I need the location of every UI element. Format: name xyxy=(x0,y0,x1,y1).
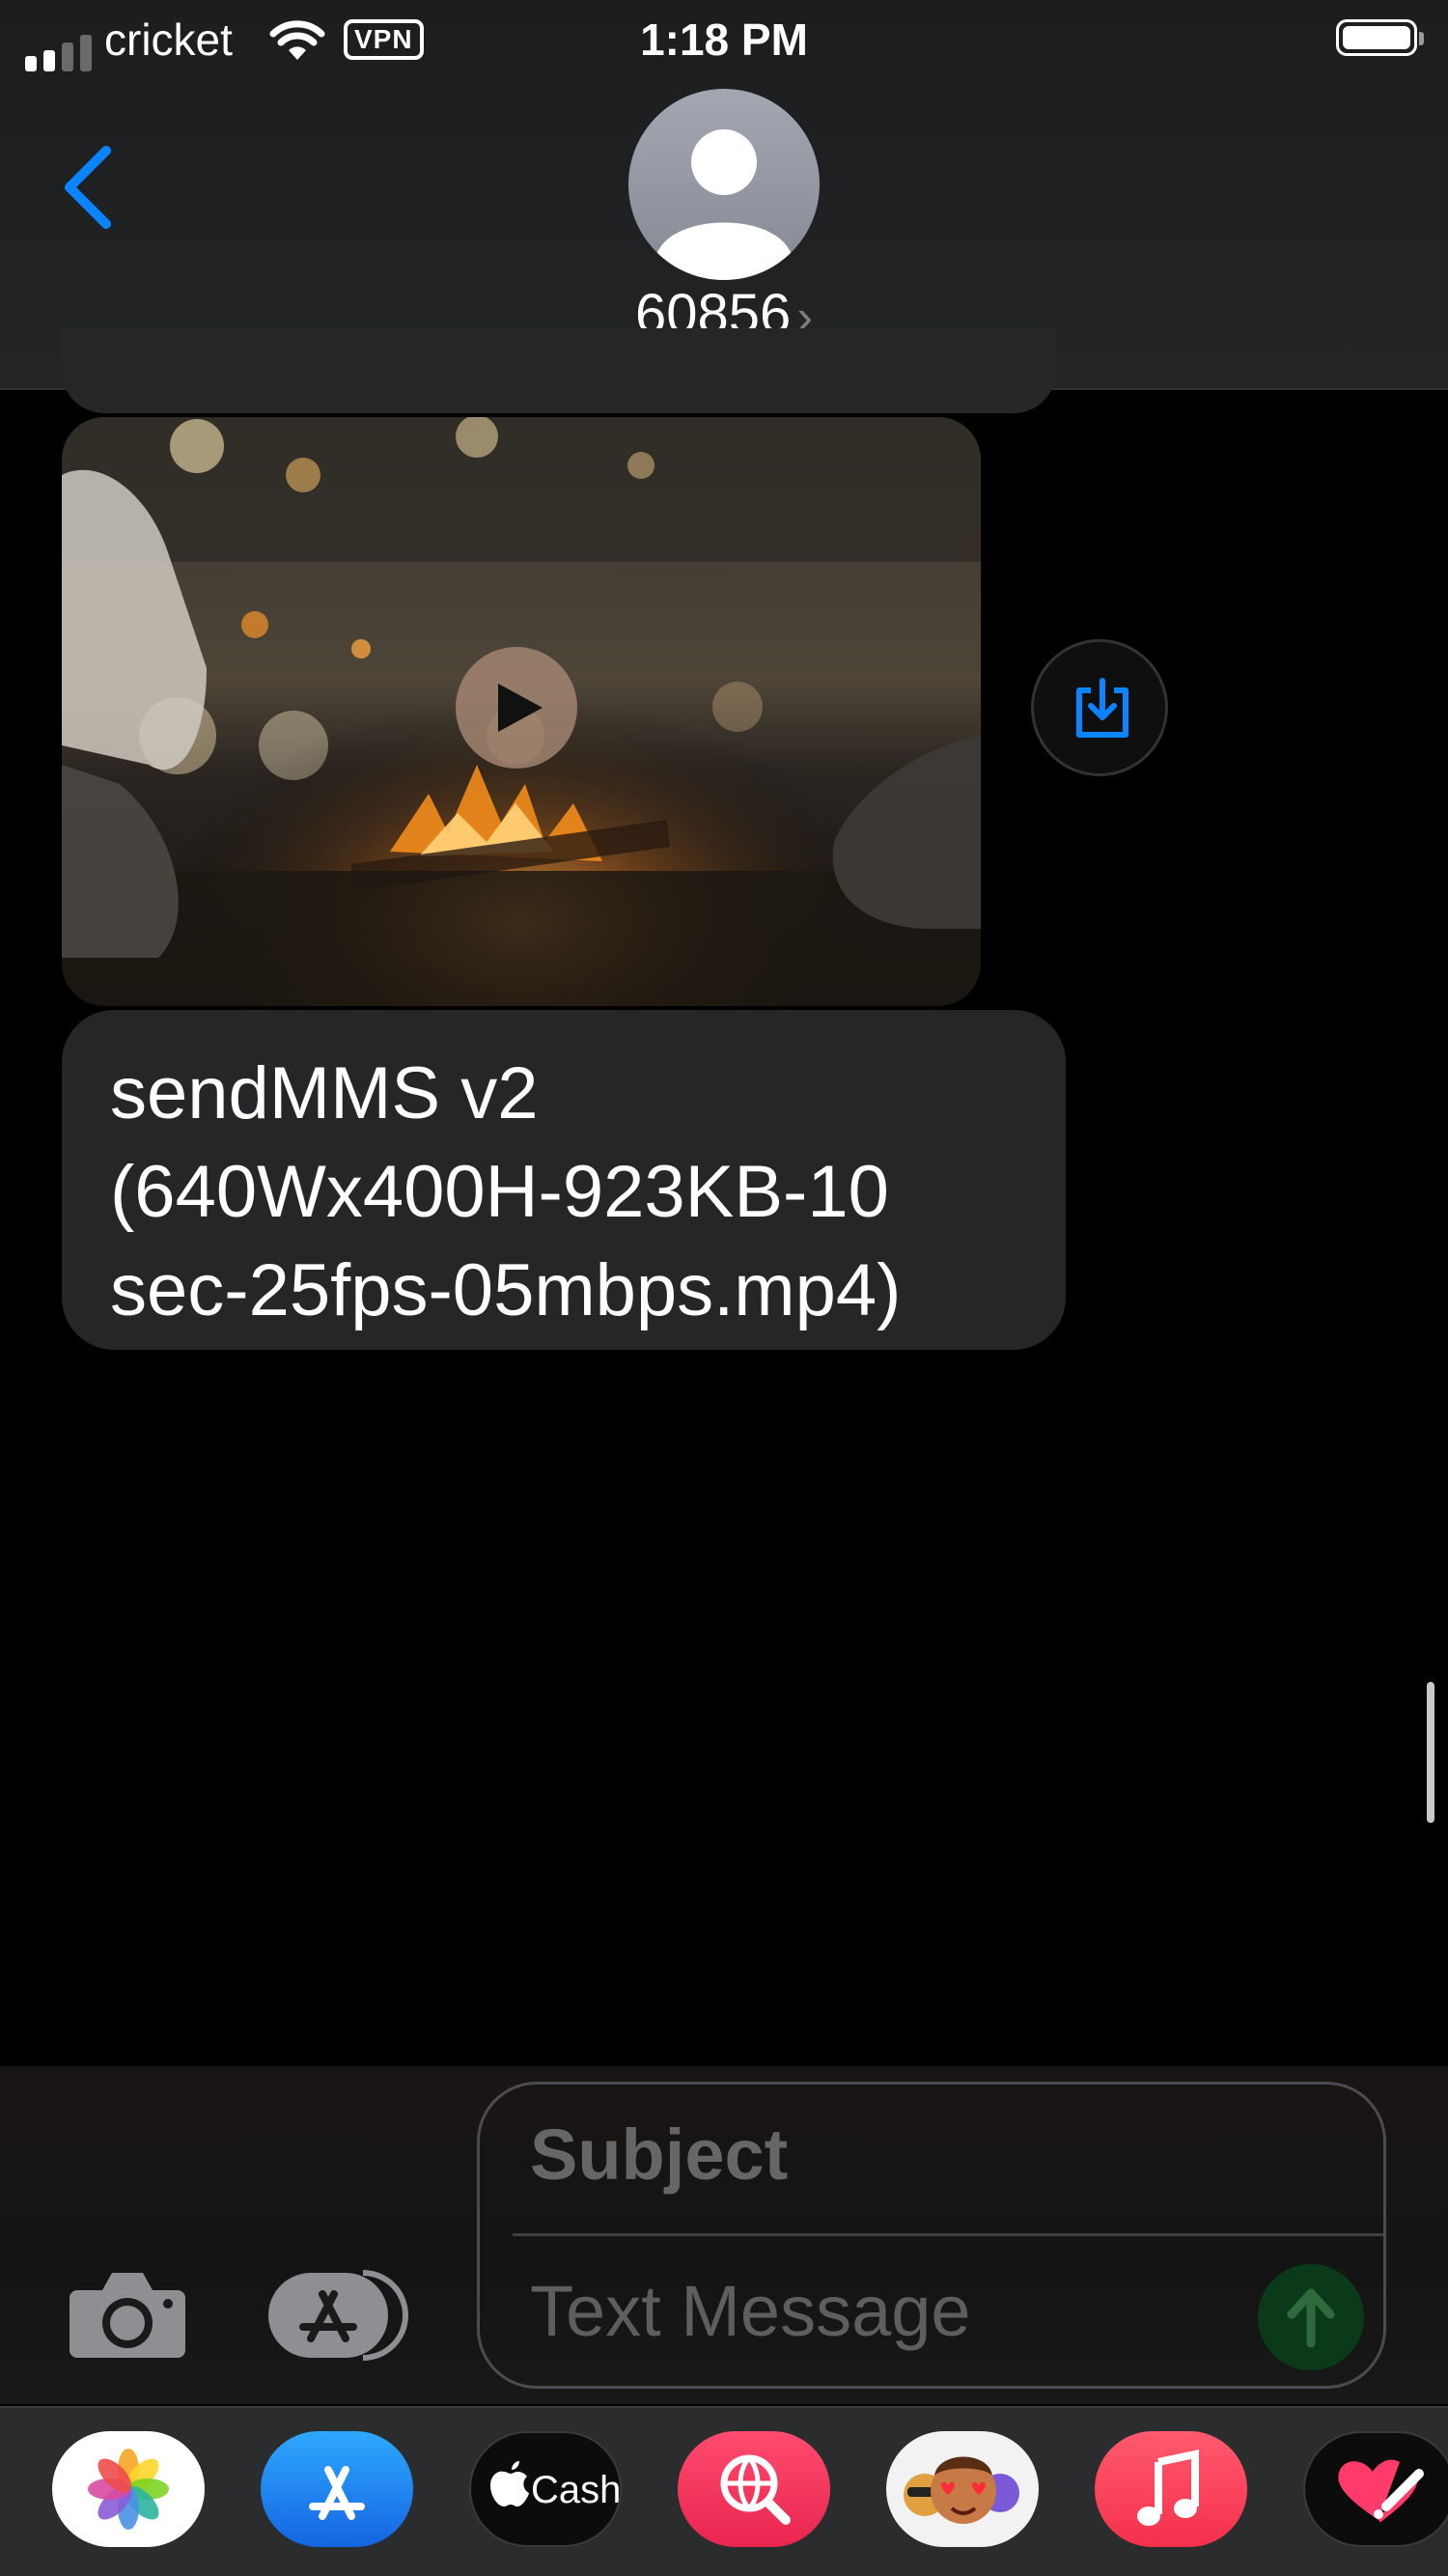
play-icon[interactable] xyxy=(456,647,577,769)
message-line: sendMMS v2 xyxy=(110,1052,539,1134)
message-compose-field[interactable]: Subject Text Message xyxy=(477,2082,1386,2389)
save-download-icon[interactable] xyxy=(1031,639,1168,776)
text-message-bubble[interactable]: sendMMS v2 (640Wx400H-923KB-10 sec-25fps… xyxy=(62,1010,1066,1350)
camera-icon[interactable] xyxy=(68,2265,187,2360)
app-store-icon[interactable] xyxy=(266,2269,413,2362)
person-avatar-icon[interactable] xyxy=(628,89,820,280)
field-divider xyxy=(513,2233,1383,2236)
status-bar: cricket VPN 1:18 PM xyxy=(0,14,1448,81)
previous-message-bubble xyxy=(62,328,1056,413)
globe-search-icon[interactable] xyxy=(678,2431,830,2547)
app-store-icon[interactable] xyxy=(261,2431,413,2547)
memoji-icon[interactable] xyxy=(886,2431,1039,2547)
subject-input[interactable]: Subject xyxy=(530,2114,788,2196)
heart-touch-icon[interactable] xyxy=(1303,2431,1448,2547)
app-drawer: Cash xyxy=(0,2406,1448,2576)
message-input[interactable]: Text Message xyxy=(530,2270,971,2352)
battery-icon xyxy=(1336,19,1424,56)
apple-cash-icon[interactable]: Cash xyxy=(469,2431,622,2547)
message-line: sec-25fps-05mbps.mp4) xyxy=(110,1249,902,1331)
send-arrow-icon[interactable] xyxy=(1258,2264,1364,2370)
status-time: 1:18 PM xyxy=(640,14,808,65)
apple-cash-label: Cash xyxy=(531,2469,620,2511)
music-note-icon[interactable] xyxy=(1095,2431,1247,2547)
message-line: (640Wx400H-923KB-10 xyxy=(110,1151,889,1233)
scroll-indicator[interactable] xyxy=(1427,1682,1434,1823)
photos-icon[interactable] xyxy=(52,2431,205,2547)
chevron-left-icon[interactable] xyxy=(56,141,124,234)
